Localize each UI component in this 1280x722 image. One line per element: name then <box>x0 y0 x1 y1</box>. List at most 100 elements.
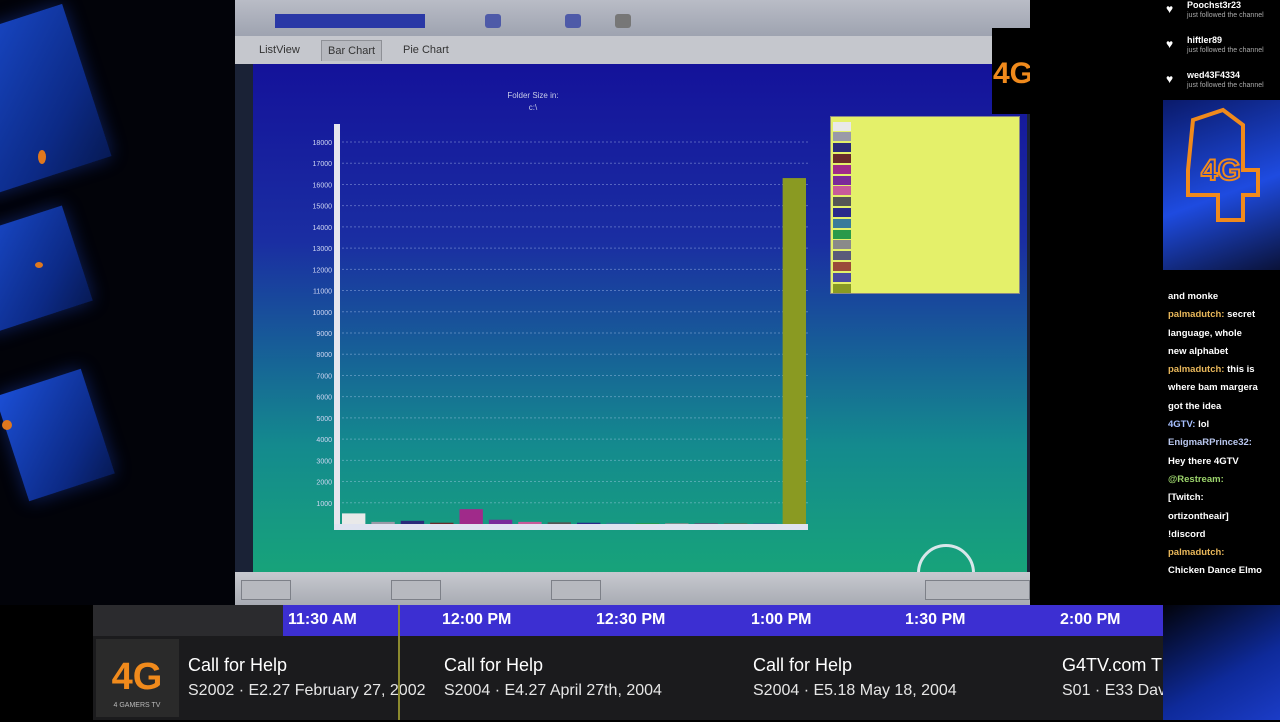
y-axis <box>334 124 340 528</box>
legend-swatch <box>833 251 851 260</box>
system-tray <box>925 580 1030 600</box>
left-background <box>0 0 235 605</box>
y-tick-label: 7000 <box>316 373 332 380</box>
legend-swatch <box>833 132 851 141</box>
y-tick-label: 5000 <box>316 416 332 423</box>
y-tick-label: 3000 <box>316 458 332 465</box>
chat-text: [Twitch: <box>1168 492 1204 503</box>
chat-username[interactable]: @Restream: <box>1168 474 1224 485</box>
legend-swatch <box>833 143 851 152</box>
program-entry[interactable]: Call for Help S2002 · E2.27 February 27,… <box>188 655 426 700</box>
chat-text: Hey there 4GTV <box>1168 456 1239 467</box>
time-bar: 11:30 AM 12:00 PM 12:30 PM 1:00 PM 1:30 … <box>93 605 1163 636</box>
y-tick-label: 1000 <box>316 501 332 508</box>
chat-line: Chicken Dance Elmo <box>1163 562 1280 580</box>
tab-bar-chart[interactable]: Bar Chart <box>321 40 382 61</box>
heart-icon: ♥ <box>1166 2 1173 16</box>
chat-username[interactable]: EnigmaRPrince32: <box>1168 437 1252 448</box>
legend-swatch <box>833 230 851 239</box>
legend-swatch <box>833 186 851 195</box>
program-entry[interactable]: Call for Help S2004 · E4.27 April 27th, … <box>444 655 662 700</box>
chat-line: got the idea <box>1163 398 1280 416</box>
chart-bar[interactable] <box>342 513 365 524</box>
y-tick-label: 6000 <box>316 395 332 402</box>
chat-username[interactable]: palmadutch: <box>1168 364 1224 375</box>
address-combobox[interactable] <box>275 14 425 28</box>
program-entry[interactable]: Call for Help S2004 · E5.18 May 18, 2004 <box>753 655 957 700</box>
y-tick-label: 9000 <box>316 331 332 338</box>
y-tick-label: 8000 <box>316 352 332 359</box>
chat-text: Chicken Dance Elmo <box>1168 565 1262 576</box>
start-button[interactable] <box>241 580 291 600</box>
4g-logo-text: 4G <box>993 57 1030 90</box>
chat-username[interactable]: palmadutch: <box>1168 547 1224 558</box>
chart-subtitle: c:\ <box>529 103 538 112</box>
chart-bar[interactable] <box>430 523 453 524</box>
toolbar-icon[interactable] <box>565 14 581 28</box>
chat-text: language, whole <box>1168 328 1242 339</box>
chat-line: EnigmaRPrince32: <box>1163 434 1280 452</box>
chat-line: palmadutch: <box>1163 544 1280 562</box>
heart-icon: ♥ <box>1166 37 1173 51</box>
current-time-indicator <box>398 605 400 720</box>
chat-line: language, whole <box>1163 325 1280 343</box>
chat-text: secret <box>1227 309 1255 320</box>
chart-bar[interactable] <box>548 522 571 524</box>
time-label: 12:00 PM <box>442 611 511 629</box>
chat-line: and monke <box>1163 288 1280 306</box>
chart-bar[interactable] <box>636 523 659 524</box>
4g-logo-text: 4G <box>112 656 163 698</box>
chart-bar[interactable] <box>371 522 394 524</box>
toolbar-icon[interactable] <box>485 14 501 28</box>
y-tick-label: 14000 <box>313 225 333 232</box>
chat-line: @Restream: <box>1163 471 1280 489</box>
bar-chart-area: Folder Size in: c:\ 1000 2000 3000 4000 5000… <box>253 64 1027 572</box>
legend-swatch <box>833 284 851 293</box>
chat-line: where bam margera <box>1163 379 1280 397</box>
bottom-right-decoration <box>1163 605 1280 720</box>
chat-text: and monke <box>1168 291 1218 302</box>
taskbar-app-button[interactable] <box>391 580 441 600</box>
chart-bar[interactable] <box>401 521 424 524</box>
chart-bar[interactable] <box>606 523 629 524</box>
chart-bar[interactable] <box>460 509 483 524</box>
chat-text: this is <box>1227 364 1254 375</box>
y-tick-label: 13000 <box>313 246 333 253</box>
chat-line: palmadutch: secret <box>1163 306 1280 324</box>
svg-text:4G: 4G <box>1201 154 1241 187</box>
y-tick-label: 10000 <box>313 310 333 317</box>
tab-pie-chart[interactable]: Pie Chart <box>397 40 455 60</box>
svg-text:4 GAMERS TV: 4 GAMERS TV <box>114 702 161 709</box>
y-tick-label: 18000 <box>313 140 333 147</box>
chart-bar[interactable] <box>695 523 718 524</box>
x-axis <box>334 524 808 530</box>
tab-listview[interactable]: ListView <box>253 40 306 60</box>
chart-bar[interactable] <box>577 523 600 524</box>
y-tick-label: 17000 <box>313 161 333 168</box>
y-tick-label: 12000 <box>313 267 333 274</box>
help-icon[interactable] <box>615 14 631 28</box>
chart-title: Folder Size in: <box>507 91 558 100</box>
chat-text: !discord <box>1168 529 1205 540</box>
chart-bar[interactable] <box>489 520 512 524</box>
legend-swatch <box>833 240 851 249</box>
chat-text: lol <box>1198 419 1209 430</box>
taskbar-app-button[interactable] <box>551 580 601 600</box>
time-label: 2:00 PM <box>1060 611 1120 629</box>
y-tick-label: 16000 <box>313 182 333 189</box>
chart-bar[interactable] <box>783 178 806 524</box>
time-label: 11:30 AM <box>288 611 357 629</box>
y-tick-label: 4000 <box>316 437 332 444</box>
chat-line: 4GTV: lol <box>1163 416 1280 434</box>
4g-logo-icon: 4G 4 GAMERS TV <box>96 639 179 717</box>
y-tick-label: 2000 <box>316 480 332 487</box>
program-entry[interactable]: G4TV.com Th S01 · E33 Dav <box>1062 655 1163 700</box>
chart-bar[interactable] <box>665 523 688 524</box>
view-tabs: ListView Bar Chart Pie Chart <box>235 36 1030 64</box>
4g-channel-logo: 4G <box>992 28 1030 114</box>
chat-username[interactable]: 4GTV: <box>1168 419 1195 430</box>
video-player: ListView Bar Chart Pie Chart Folder Size… <box>235 0 1030 605</box>
schedule-guide: 11:30 AM 12:00 PM 12:30 PM 1:00 PM 1:30 … <box>93 605 1163 720</box>
chat-username[interactable]: palmadutch: <box>1168 309 1224 320</box>
chart-bar[interactable] <box>518 522 541 524</box>
